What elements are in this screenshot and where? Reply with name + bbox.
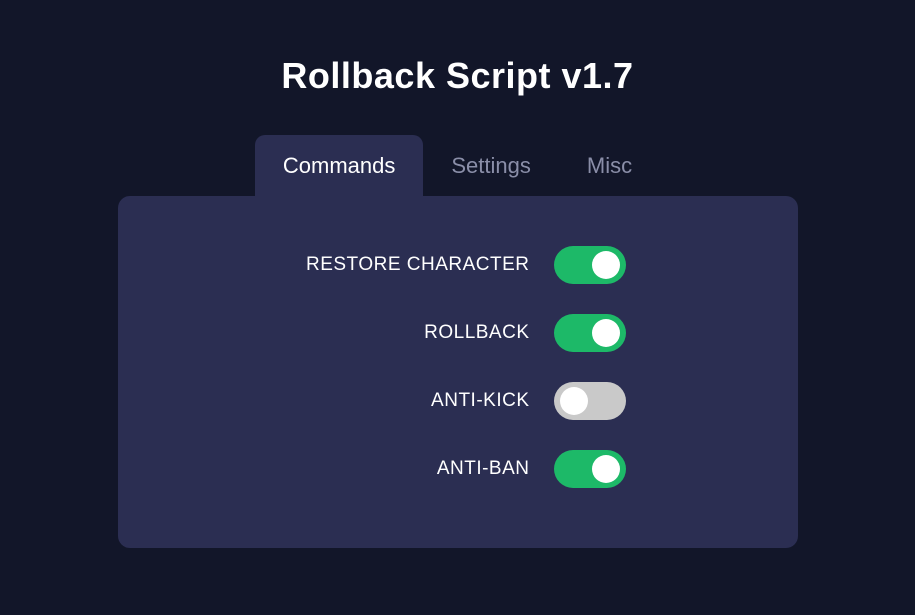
toggle-knob — [560, 387, 588, 415]
app-container: Rollback Script v1.7 Commands Settings M… — [0, 0, 915, 548]
row-anti-kick: ANTI-KICK — [158, 382, 758, 420]
toggle-anti-kick[interactable] — [554, 382, 626, 420]
tab-bar: Commands Settings Misc — [255, 135, 660, 197]
commands-panel: RESTORE CHARACTER ROLLBACK ANTI-KICK ANT… — [118, 196, 798, 548]
tab-misc[interactable]: Misc — [559, 135, 660, 197]
toggle-knob — [592, 251, 620, 279]
label-anti-kick: ANTI-KICK — [290, 390, 530, 412]
page-title: Rollback Script v1.7 — [281, 55, 633, 97]
tab-commands[interactable]: Commands — [255, 135, 423, 197]
toggle-knob — [592, 319, 620, 347]
toggle-rollback[interactable] — [554, 314, 626, 352]
label-anti-ban: ANTI-BAN — [290, 458, 530, 480]
label-restore-character: RESTORE CHARACTER — [290, 254, 530, 276]
toggle-knob — [592, 455, 620, 483]
tab-settings[interactable]: Settings — [423, 135, 559, 197]
row-rollback: ROLLBACK — [158, 314, 758, 352]
toggle-anti-ban[interactable] — [554, 450, 626, 488]
label-rollback: ROLLBACK — [290, 322, 530, 344]
row-restore-character: RESTORE CHARACTER — [158, 246, 758, 284]
toggle-restore-character[interactable] — [554, 246, 626, 284]
row-anti-ban: ANTI-BAN — [158, 450, 758, 488]
